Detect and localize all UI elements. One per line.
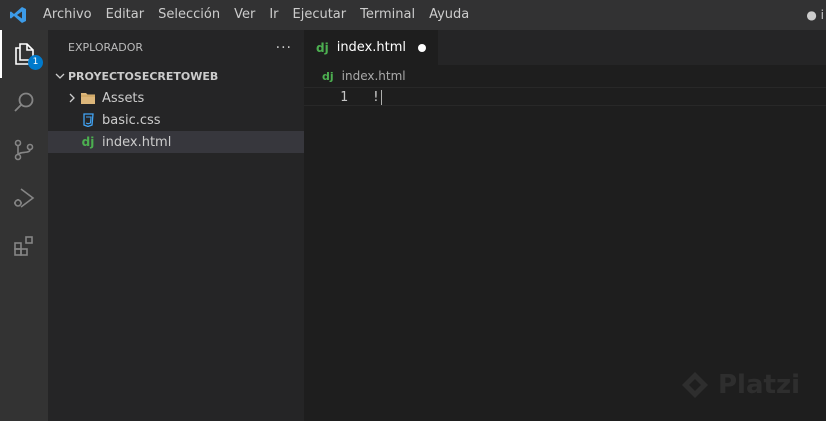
django-file-icon: dj — [81, 135, 95, 149]
editor-area: dj index.html dj index.html 1 ! Platzi — [304, 30, 826, 421]
activity-bar: 1 — [0, 30, 48, 421]
menu-ver[interactable]: Ver — [227, 0, 262, 30]
code-text: ! — [372, 90, 380, 105]
menu-ejecutar[interactable]: Ejecutar — [286, 0, 354, 30]
tree-item-basic-css[interactable]: basic.css — [48, 109, 304, 131]
menu-bar: Archivo Editar Selección Ver Ir Ejecutar… — [36, 0, 476, 30]
extensions-icon[interactable] — [0, 222, 48, 270]
unsaved-dot-icon[interactable] — [418, 43, 427, 52]
menu-seleccion[interactable]: Selección — [151, 0, 227, 30]
vscode-logo-icon — [0, 0, 36, 30]
explorer-sidebar: EXPLORADOR ··· PROYECTOSECRETOWEB Assets… — [48, 30, 304, 421]
source-control-icon[interactable] — [0, 126, 48, 174]
chevron-down-icon — [52, 68, 68, 84]
menu-editar[interactable]: Editar — [99, 0, 152, 30]
tree-item-assets[interactable]: Assets — [48, 87, 304, 109]
menu-ir[interactable]: Ir — [262, 0, 285, 30]
tree-item-label: Assets — [102, 90, 145, 106]
explorer-icon[interactable]: 1 — [0, 30, 48, 78]
platzi-watermark: Platzi — [680, 370, 800, 400]
chevron-right-icon — [64, 90, 80, 106]
django-file-icon: dj — [316, 40, 329, 55]
breadcrumb[interactable]: dj index.html — [304, 65, 826, 87]
folder-icon — [80, 90, 96, 106]
window-title: ● i — [806, 8, 824, 22]
django-file-icon: dj — [322, 69, 334, 83]
workspace-folder-label: PROYECTOSECRETOWEB — [68, 69, 219, 83]
workspace-folder[interactable]: PROYECTOSECRETOWEB — [48, 65, 304, 87]
current-line-highlight — [304, 87, 826, 106]
menu-archivo[interactable]: Archivo — [36, 0, 99, 30]
sidebar-header: EXPLORADOR ··· — [48, 30, 304, 65]
breadcrumb-file[interactable]: index.html — [342, 69, 406, 83]
tree-item-label: index.html — [102, 134, 172, 150]
menu-ayuda[interactable]: Ayuda — [422, 0, 476, 30]
tree-item-label: basic.css — [102, 112, 161, 128]
tab-bar: dj index.html — [304, 30, 826, 65]
tab-index-html[interactable]: dj index.html — [304, 30, 439, 65]
title-bar: Archivo Editar Selección Ver Ir Ejecutar… — [0, 0, 826, 30]
tree-item-index-html[interactable]: dj index.html — [48, 131, 304, 153]
more-actions-icon[interactable]: ··· — [276, 40, 292, 56]
watermark-text: Platzi — [718, 370, 800, 400]
tab-label: index.html — [336, 40, 407, 55]
code-line[interactable]: ! — [372, 88, 382, 107]
sidebar-title: EXPLORADOR — [68, 41, 144, 54]
menu-terminal[interactable]: Terminal — [353, 0, 422, 30]
run-debug-icon[interactable] — [0, 174, 48, 222]
text-cursor — [380, 90, 382, 105]
search-icon[interactable] — [0, 78, 48, 126]
line-number: 1 — [340, 90, 348, 105]
explorer-badge: 1 — [28, 55, 43, 70]
css-file-icon — [80, 112, 96, 128]
